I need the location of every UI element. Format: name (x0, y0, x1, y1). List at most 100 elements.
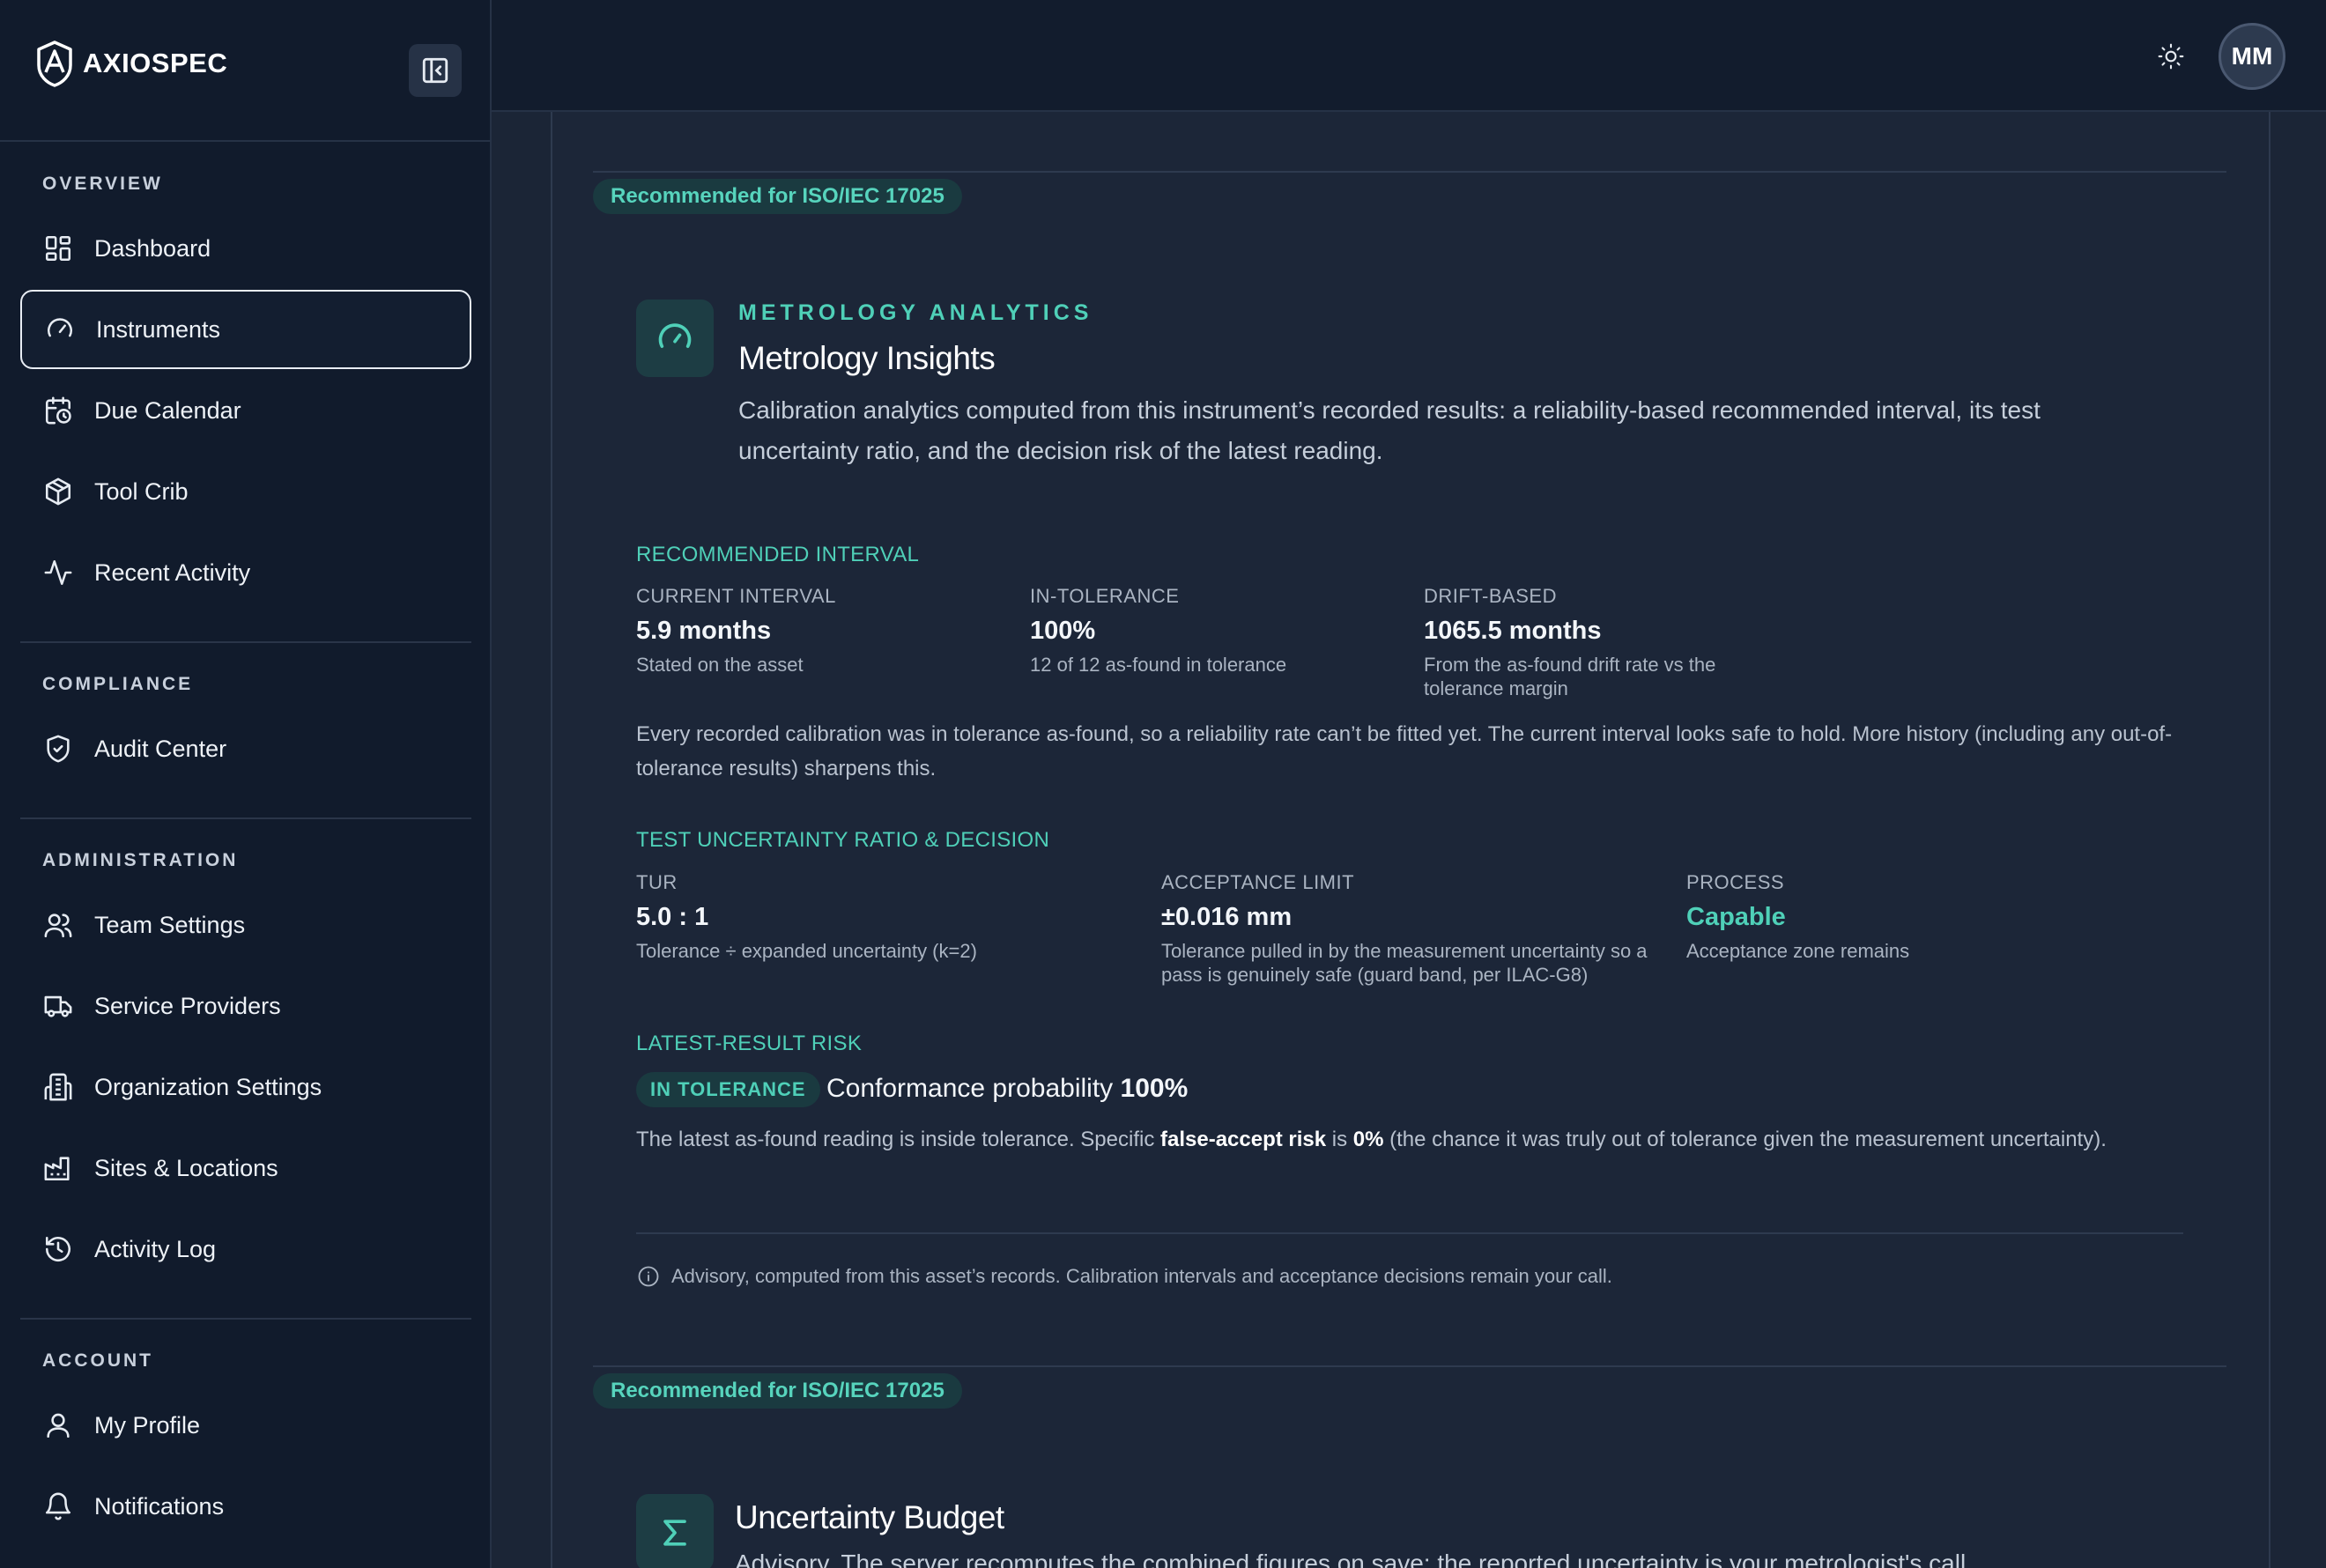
theme-toggle-button[interactable] (2153, 39, 2189, 74)
user-avatar[interactable]: MM (2219, 23, 2285, 90)
interval-note: Every recorded calibration was in tolera… (636, 722, 2173, 780)
users-icon (42, 909, 74, 941)
info-icon (638, 1266, 659, 1287)
building-icon (42, 1071, 74, 1103)
nav-heading-overview: OVERVIEW (42, 174, 163, 194)
activity-icon (42, 557, 74, 588)
false-accept-term: false-accept risk (1160, 1128, 1327, 1151)
stat-tur: TUR 5.0 : 1 Tolerance ÷ expanded uncerta… (636, 871, 1130, 963)
advisory-text: Advisory, computed from this asset’s rec… (671, 1265, 1612, 1287)
sidebar-item-label: Due Calendar (94, 396, 241, 424)
stat-value: 5.0 : 1 (636, 903, 709, 931)
stat-key: CURRENT INTERVAL (636, 585, 836, 607)
sidebar-item-activity-log[interactable]: Activity Log (20, 1209, 471, 1289)
stat-acceptance-limit: ACCEPTANCE LIMIT ±0.016 mm Tolerance pul… (1161, 871, 1663, 987)
insights-description: Calibration analytics computed from this… (738, 396, 2041, 464)
sidebar-item-tool-crib[interactable]: Tool Crib (20, 452, 471, 531)
truck-icon (42, 990, 74, 1022)
stat-value: ±0.016 mm (1161, 903, 1293, 931)
stat-sub: 12 of 12 as-found in tolerance (1030, 654, 1287, 676)
brand-name: AXIOSPEC (83, 48, 228, 78)
sigma-icon (663, 1520, 686, 1546)
box-icon (42, 476, 74, 507)
brand-row: AXIOSPEC (0, 0, 490, 142)
bell-icon (42, 1490, 74, 1522)
user-icon (42, 1409, 74, 1441)
stat-key: IN-TOLERANCE (1030, 585, 1180, 607)
logo-icon (37, 41, 72, 87)
stat-key: PROCESS (1686, 871, 1785, 893)
panel-left-icon (422, 57, 448, 84)
sidebar-item-label: Team Settings (94, 911, 246, 938)
stat-sub: Tolerance pulled in by the measurement u… (1161, 940, 1648, 986)
stat-value: Capable (1686, 903, 1786, 931)
factory-icon (42, 1152, 74, 1184)
sidebar-item-due-calendar[interactable]: Due Calendar (20, 371, 471, 450)
stat-key: DRIFT-BASED (1424, 585, 1557, 607)
sidebar-item-my-profile[interactable]: My Profile (20, 1386, 471, 1465)
sidebar-item-sites-locations[interactable]: Sites & Locations (20, 1128, 471, 1208)
nav-heading-administration: ADMINISTRATION (42, 850, 239, 870)
sidebar-collapse-button[interactable] (409, 44, 462, 97)
recommended-interval-label: RECOMMENDED INTERVAL (636, 543, 920, 566)
sidebar-item-label: Audit Center (94, 735, 227, 762)
stat-sub: Stated on the asset (636, 654, 804, 676)
budget-card-icon (636, 1494, 714, 1568)
stat-process: PROCESS Capable Acceptance zone remains (1686, 871, 2056, 963)
sidebar-item-label: Notifications (94, 1492, 225, 1520)
nav-divider (20, 641, 471, 643)
sidebar-item-label: Tool Crib (94, 477, 189, 505)
top-bar (492, 0, 2326, 112)
risk-text: (the chance it was truly out of toleranc… (1383, 1128, 2107, 1151)
nav-divider (20, 1318, 471, 1320)
sidebar-item-team-settings[interactable]: Team Settings (20, 885, 471, 965)
sidebar-item-label: Service Providers (94, 992, 281, 1019)
section-divider (593, 171, 2226, 173)
insights-title: Metrology Insights (738, 340, 996, 376)
stat-drift-based: DRIFT-BASED 1065.5 months From the as-fo… (1424, 585, 1776, 700)
stat-sub: From the as-found drift rate vs the tole… (1424, 654, 1716, 699)
stat-sub: Tolerance ÷ expanded uncertainty (k=2) (636, 940, 977, 962)
sidebar-item-notifications[interactable]: Notifications (20, 1467, 471, 1546)
stat-current-interval: CURRENT INTERVAL 5.9 months Stated on th… (636, 585, 1006, 677)
gauge-icon (658, 323, 692, 348)
sidebar-item-instruments[interactable]: Instruments (20, 290, 471, 369)
stat-sub: Acceptance zone remains (1686, 940, 1910, 962)
risk-explanation: The latest as-found reading is inside to… (636, 1122, 2187, 1157)
sidebar-item-label: My Profile (94, 1411, 201, 1439)
iso-recommendation-badge: Recommended for ISO/IEC 17025 (593, 179, 962, 214)
shield-check-icon (42, 733, 74, 765)
budget-title: Uncertainty Budget (735, 1499, 1004, 1535)
conformance-value: 100% (1120, 1074, 1189, 1103)
in-tolerance-badge: IN TOLERANCE (636, 1072, 820, 1107)
stat-key: TUR (636, 871, 678, 893)
false-accept-value: 0% (1352, 1128, 1384, 1151)
insights-card-icon (636, 300, 714, 377)
history-icon (42, 1233, 74, 1265)
risk-text: The latest as-found reading is inside to… (636, 1128, 1160, 1151)
gauge-icon (44, 314, 76, 345)
iso-recommendation-badge: Recommended for ISO/IEC 17025 (593, 1373, 962, 1409)
stat-value: 100% (1030, 617, 1096, 645)
nav-heading-account: ACCOUNT (42, 1350, 153, 1371)
sidebar-item-label: Organization Settings (94, 1073, 322, 1100)
stat-key: ACCEPTANCE LIMIT (1161, 871, 1355, 893)
sidebar-item-recent-activity[interactable]: Recent Activity (20, 533, 471, 612)
stat-in-tolerance: IN-TOLERANCE 100% 12 of 12 as-found in t… (1030, 585, 1400, 677)
sidebar-item-service-providers[interactable]: Service Providers (20, 966, 471, 1046)
stat-value: 5.9 months (636, 617, 772, 645)
sidebar-item-label: Sites & Locations (94, 1154, 278, 1181)
calendar-clock-icon (42, 395, 74, 426)
nav-heading-compliance: COMPLIANCE (42, 674, 194, 694)
risk-text: is (1326, 1128, 1353, 1151)
sidebar-item-audit-center[interactable]: Audit Center (20, 709, 471, 788)
sidebar-item-organization-settings[interactable]: Organization Settings (20, 1047, 471, 1127)
sidebar-item-dashboard[interactable]: Dashboard (20, 209, 471, 288)
brand[interactable]: AXIOSPEC (33, 39, 227, 88)
section-divider (593, 1365, 2226, 1367)
latest-result-risk-label: LATEST-RESULT RISK (636, 1032, 863, 1055)
budget-description: Advisory. The server recomputes the comb… (735, 1550, 1973, 1568)
advisory-note: Advisory, computed from this asset’s rec… (636, 1264, 1612, 1289)
sidebar: AXIOSPEC OVERVIEW Dashboard Instruments … (0, 0, 492, 1568)
sun-icon (2158, 43, 2184, 70)
